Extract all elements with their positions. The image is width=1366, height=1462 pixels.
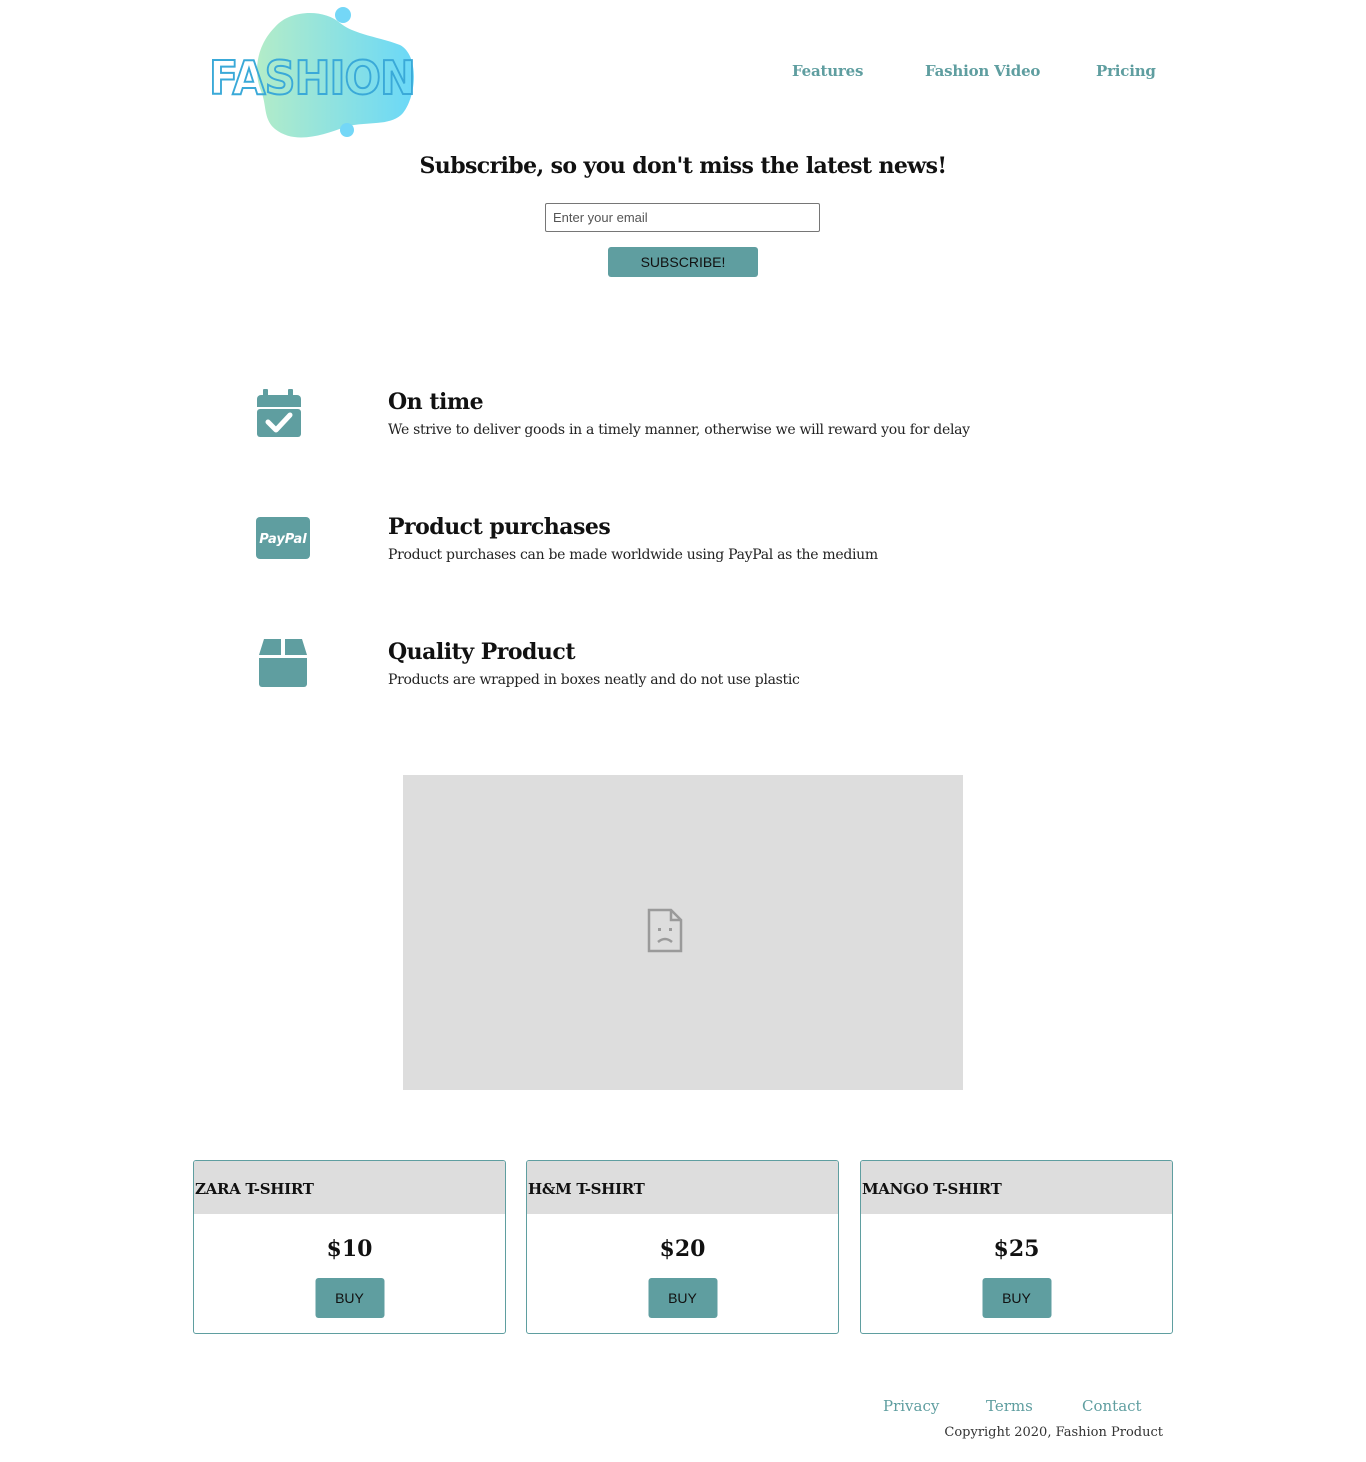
email-input[interactable] [545,203,820,232]
feature-text: Product purchases can be made worldwide … [388,547,878,563]
footer-link-contact[interactable]: Contact [1082,1397,1142,1415]
feature-title: Product purchases [388,514,611,540]
fashion-video-frame[interactable] [403,775,963,1090]
pricing-card-hm: H&M T-SHIRT $20 BUY [526,1160,839,1334]
product-name: ZARA T-SHIRT [195,1180,314,1198]
footer-link-privacy[interactable]: Privacy [883,1397,939,1415]
buy-button[interactable]: BUY [982,1278,1051,1318]
subscribe-button[interactable]: SUBSCRIBE! [608,247,758,277]
main-nav: Features Fashion Video Pricing [0,62,1366,86]
product-name: H&M T-SHIRT [528,1180,645,1198]
pricing-card-mango: MANGO T-SHIRT $25 BUY [860,1160,1173,1334]
nav-link-pricing[interactable]: Pricing [1096,62,1156,80]
buy-button[interactable]: BUY [315,1278,384,1318]
paypal-icon-text: PayPal [259,532,307,547]
product-price: $10 [326,1236,373,1262]
paypal-icon: PayPal [256,517,310,559]
box-icon [258,639,308,687]
pricing-card-header: H&M T-SHIRT [527,1161,838,1214]
feature-text: Products are wrapped in boxes neatly and… [388,672,800,688]
feature-title: On time [388,389,484,415]
broken-file-icon [647,908,683,953]
nav-link-fashion-video[interactable]: Fashion Video [925,62,1040,80]
product-price: $20 [659,1236,706,1262]
feature-title: Quality Product [388,639,575,665]
pricing-card-zara: ZARA T-SHIRT $10 BUY [193,1160,506,1334]
footer-link-terms[interactable]: Terms [986,1397,1033,1415]
pricing-card-header: MANGO T-SHIRT [861,1161,1172,1214]
copyright-text: Copyright 2020, Fashion Product [944,1425,1163,1440]
calendar-check-icon [253,389,313,449]
subscribe-title: Subscribe, so you don't miss the latest … [419,153,948,179]
product-name: MANGO T-SHIRT [862,1180,1002,1198]
pricing-card-header: ZARA T-SHIRT [194,1161,505,1214]
feature-text: We strive to deliver goods in a timely m… [388,422,970,438]
buy-button[interactable]: BUY [648,1278,717,1318]
product-price: $25 [993,1236,1040,1262]
nav-link-features[interactable]: Features [792,62,863,80]
